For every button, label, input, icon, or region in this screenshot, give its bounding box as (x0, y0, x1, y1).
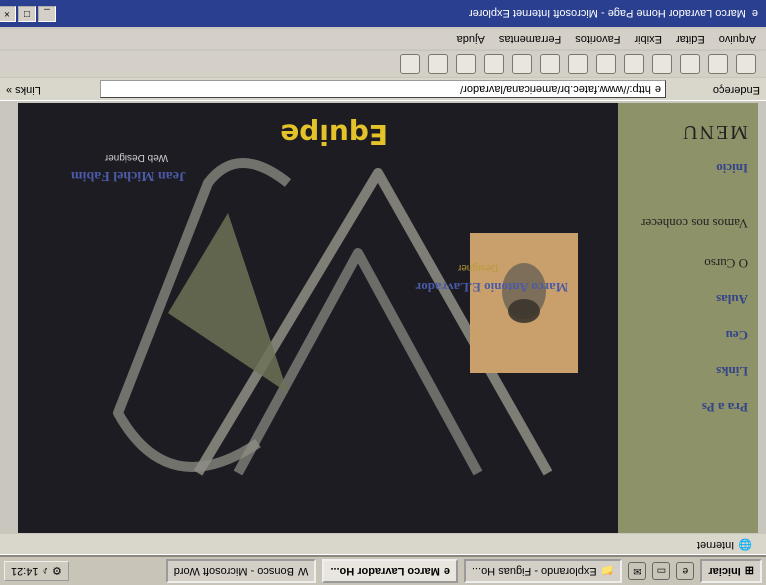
history-icon[interactable] (540, 54, 560, 74)
system-tray: ⚙ ♪ 14:21 (4, 561, 69, 581)
maximize-icon[interactable]: □ (18, 6, 36, 22)
page-icon: e (654, 83, 661, 95)
tray-icon[interactable]: ⚙ (52, 565, 62, 578)
quick-launch-ie-icon[interactable]: e (676, 562, 695, 580)
menu-editar[interactable]: Editar (676, 33, 705, 45)
menu-item-ceu[interactable]: Ceu (726, 327, 748, 343)
menu-title: MENU (681, 121, 748, 143)
page-menu: MENU Inicio Vamos nos conhecer O Curso A… (618, 103, 758, 533)
window-controls: _ □ × (0, 6, 56, 22)
back-icon[interactable] (736, 54, 756, 74)
address-label: Endereço (712, 84, 760, 96)
window-title: Marco Lavrador Home Page - Microsoft Int… (468, 7, 746, 20)
links-button[interactable]: Links » (6, 84, 41, 96)
taskbar-task-ie[interactable]: e Marco Lavrador Ho... (322, 559, 458, 583)
menu-item-curso[interactable]: O Curso (704, 255, 748, 271)
minimize-icon[interactable]: _ (38, 6, 56, 22)
mail-icon[interactable] (512, 54, 532, 74)
menu-item-aulas[interactable]: Aulas (716, 291, 748, 307)
edit-icon[interactable] (456, 54, 476, 74)
folder-icon: 📁 (600, 564, 615, 577)
search-icon[interactable] (596, 54, 616, 74)
team-photo (470, 233, 578, 373)
menu-arquivo[interactable]: Arquivo (719, 33, 756, 45)
quick-launch-desktop-icon[interactable]: ▭ (652, 562, 671, 580)
address-bar: Endereço e http://www.fatec.br/americana… (0, 78, 766, 101)
messenger-icon[interactable] (400, 54, 420, 74)
menu-ferramentas[interactable]: Ferramentas (499, 33, 561, 45)
menu-ajuda[interactable]: Ajuda (457, 33, 485, 45)
menu-bar: Arquivo Editar Exibir Favoritos Ferramen… (0, 29, 766, 49)
zone-label: Internet (696, 539, 735, 551)
windows-flag-icon: ⊞ (744, 564, 754, 577)
menu-item-conhecer[interactable]: Vamos nos conhecer (638, 215, 748, 231)
menu-item-pra[interactable]: Pra a Ps (702, 399, 748, 415)
home-icon[interactable] (624, 54, 644, 74)
tray-icon[interactable]: ♪ (43, 565, 49, 577)
taskbar: ⊞ Iniciar e ▭ ✉ 📁 Explorando - Figuas Ho… (0, 555, 766, 585)
team-member-role: Designer (457, 262, 498, 273)
ie-icon: e (443, 565, 450, 577)
menu-item-links[interactable]: Links (716, 363, 748, 379)
stop-icon[interactable] (680, 54, 700, 74)
quick-launch-outlook-icon[interactable]: ✉ (628, 562, 647, 580)
forward-icon[interactable] (708, 54, 728, 74)
status-bar: 🌐 Internet (0, 534, 766, 555)
word-icon: W (298, 565, 309, 577)
refresh-icon[interactable] (652, 54, 672, 74)
menu-favoritos[interactable]: Favoritos (575, 33, 620, 45)
print-icon[interactable] (484, 54, 504, 74)
web-page: MENU Inicio Vamos nos conhecer O Curso A… (18, 103, 758, 533)
globe-icon: 🌐 (738, 538, 752, 551)
menu-item-inicio[interactable]: Inicio (716, 160, 748, 176)
standard-toolbar (0, 51, 766, 77)
taskbar-task-word[interactable]: W Bonsco - Microsoft Word (165, 559, 317, 583)
team-member-name: Marco Antonio E.Lavrador (415, 280, 568, 295)
security-zone: 🌐 Internet (691, 538, 758, 552)
menu-exibir[interactable]: Exibir (634, 33, 662, 45)
close-icon[interactable]: × (0, 6, 16, 22)
window-titlebar: e Marco Lavrador Home Page - Microsoft I… (0, 0, 766, 27)
start-button[interactable]: ⊞ Iniciar (700, 559, 762, 583)
team-member-name: Jean Michel Fabim (70, 168, 186, 183)
discuss-icon[interactable] (428, 54, 448, 74)
screenshot-frame: ⊞ Iniciar e ▭ ✉ 📁 Explorando - Figuas Ho… (0, 0, 766, 585)
address-input[interactable]: e http://www.fatec.br/americana/lavrador… (100, 80, 666, 98)
start-label: Iniciar (708, 565, 741, 577)
clock: 14:21 (11, 565, 39, 577)
favorites-icon[interactable] (568, 54, 588, 74)
taskbar-task-explorer[interactable]: 📁 Explorando - Figuas Ho... (463, 559, 623, 583)
ie-icon: e (751, 7, 758, 20)
team-member-role: Web Designer (104, 152, 168, 163)
page-heading: Equipe (280, 118, 388, 151)
